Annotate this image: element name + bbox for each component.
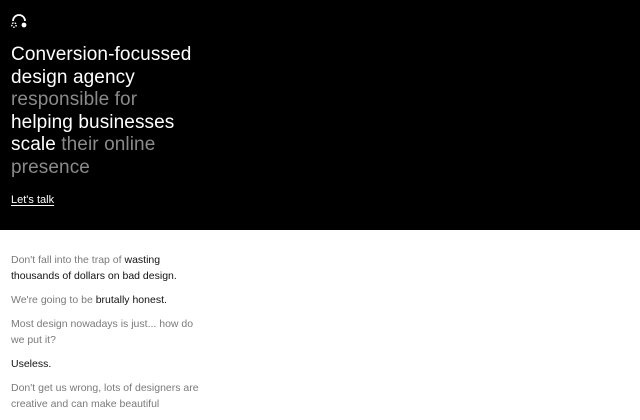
headline-line-2: design agency bbox=[11, 66, 135, 88]
paragraph-honest-lead: We're going to be bbox=[11, 294, 96, 306]
paragraph-useless: Useless. bbox=[11, 358, 52, 370]
headline-line-1: Conversion-focussed bbox=[11, 44, 192, 65]
intro-copy: Don't fall into the trap of wasting thou… bbox=[11, 252, 201, 420]
paragraph-trap-end: . bbox=[173, 270, 177, 282]
headline-line-5a: scale bbox=[11, 134, 56, 155]
paragraph-most-design: Most design nowadays is just... how do w… bbox=[11, 318, 194, 346]
paragraph-dont-get-us-wrong: Don't get us wrong, lots of designers ar… bbox=[11, 382, 199, 410]
paragraph-trap: Don't fall into the trap of wasting thou… bbox=[11, 252, 201, 284]
hero-section: Conversion-focussed design agency respon… bbox=[0, 0, 640, 230]
headline-line-6: presence bbox=[11, 156, 90, 178]
paragraph-honest-emphasis: brutally honest bbox=[95, 294, 164, 306]
headphones-logo-icon[interactable] bbox=[11, 11, 27, 29]
paragraph-trap-lead: Don't fall into the trap of bbox=[11, 254, 125, 266]
paragraph-honest: We're going to be brutally honest. bbox=[11, 292, 201, 308]
lets-talk-link[interactable]: Let's talk bbox=[11, 194, 54, 206]
paragraph-honest-end: . bbox=[164, 294, 167, 306]
hero-headline: Conversion-focussed design agency respon… bbox=[11, 44, 211, 179]
headline-line-3: responsible for bbox=[11, 89, 138, 110]
headline-line-4: helping businesses bbox=[11, 111, 175, 133]
headline-line-5b: their online bbox=[55, 134, 156, 155]
